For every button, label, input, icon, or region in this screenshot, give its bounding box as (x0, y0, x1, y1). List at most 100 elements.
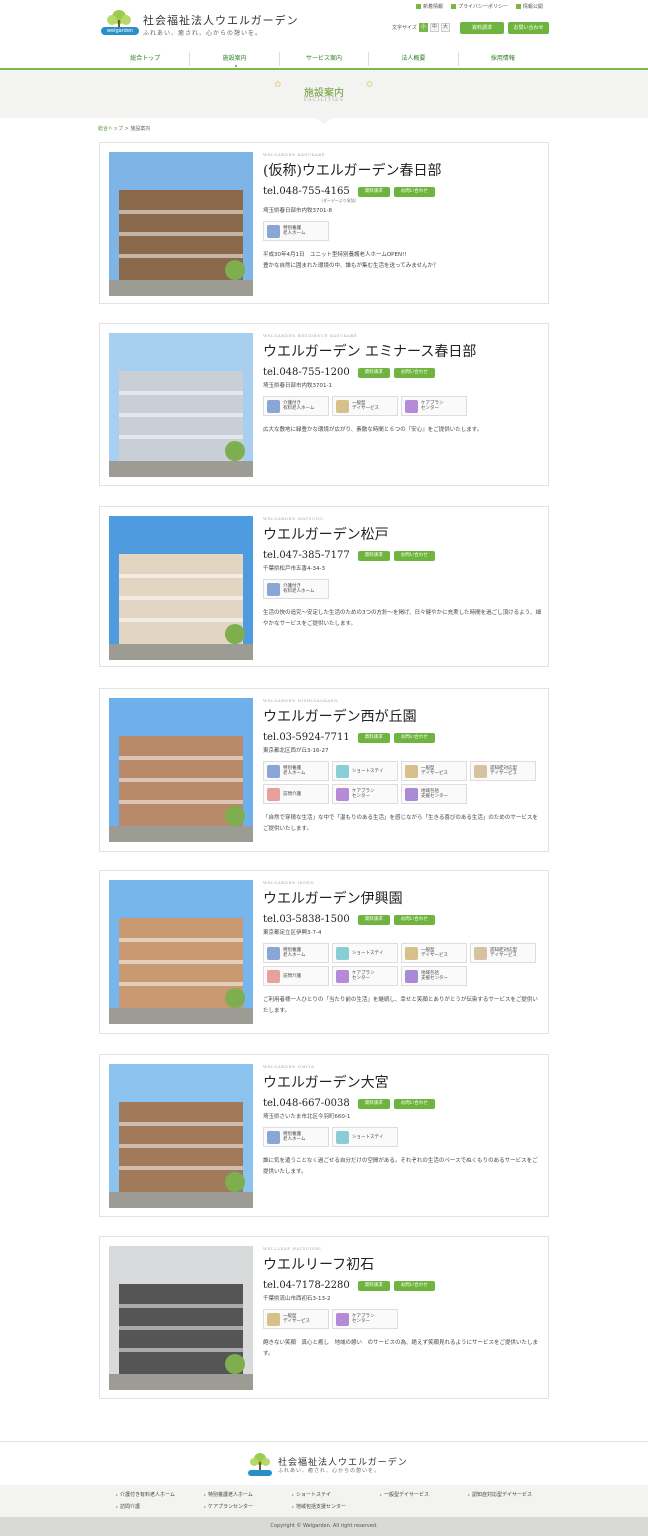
footer-link-community[interactable]: 地域包括支援センター (288, 1501, 376, 1513)
footer-link-day-service[interactable]: 一般型デイサービス (376, 1489, 464, 1501)
footer-logo-tree-icon[interactable] (246, 1451, 274, 1477)
facility-address: 埼玉県春日部市内牧3701-8 (263, 208, 332, 214)
facility-photo[interactable] (109, 516, 253, 660)
service-tag[interactable]: 一般型 デイサービス (401, 943, 467, 963)
facility-tel[interactable]: tel.048-755-4165 (263, 186, 350, 197)
contact-button[interactable]: お問い合わせ (393, 367, 435, 378)
header-contact-button[interactable]: お問い合わせ (508, 22, 549, 34)
service-tag[interactable]: 訪問介護 (263, 966, 329, 986)
service-tag[interactable]: 一般型 デイサービス (263, 1309, 329, 1329)
contact-button[interactable]: お問い合わせ (393, 914, 435, 925)
service-tag[interactable]: ケアプラン センター (332, 1309, 398, 1329)
facility-photo[interactable] (109, 152, 253, 296)
service-tag[interactable]: ショートステイ (332, 943, 398, 963)
service-tag[interactable]: ケアプラン センター (401, 396, 467, 416)
request-button[interactable]: 資料請求 (357, 367, 390, 378)
facility-name[interactable]: ウエルガーデン西が丘園 (263, 706, 543, 726)
nav-recruit[interactable]: 採用情報 (457, 52, 547, 66)
service-tag[interactable]: 地域包括 支援センター (401, 966, 467, 986)
util-link-disclosure[interactable]: 情報公開 (515, 3, 543, 10)
request-button[interactable]: 資料請求 (357, 1098, 390, 1109)
service-tag[interactable]: 介護付き 有料老人ホーム (263, 396, 329, 416)
service-tag[interactable]: 認知症対応型 デイサービス (470, 943, 536, 963)
facility-photo[interactable] (109, 880, 253, 1024)
request-button[interactable]: 資料請求 (357, 1280, 390, 1291)
footer-link-care-home[interactable]: 介護付き有料老人ホーム (112, 1489, 200, 1501)
facility-name[interactable]: ウエルガーデン大宮 (263, 1072, 543, 1092)
util-link-privacy[interactable]: プライバシーポリシー (451, 3, 508, 10)
facility-tel[interactable]: tel.03-5838-1500 (263, 914, 350, 925)
contact-button[interactable]: お問い合わせ (393, 550, 435, 561)
service-label: ケアプラン センター (421, 401, 444, 411)
footer-link-care-plan[interactable]: ケアプランセンター (200, 1501, 288, 1513)
contact-button[interactable]: お問い合わせ (393, 1280, 435, 1291)
footer-link-home-visit[interactable]: 訪問介護 (112, 1501, 200, 1513)
tel-row: tel.048-667-0038 資料請求 お問い合わせ (263, 1097, 543, 1110)
font-size-large-button[interactable]: 大 (440, 23, 450, 32)
contact-button[interactable]: お問い合わせ (393, 732, 435, 743)
service-tag[interactable]: 介護付き 有料老人ホーム (263, 579, 329, 599)
service-tag[interactable]: ショートステイ (332, 1127, 398, 1147)
footer-link-short-stay[interactable]: ショートステイ (288, 1489, 376, 1501)
facility-tel[interactable]: tel.048-667-0038 (263, 1098, 350, 1109)
facility-name[interactable]: ウエルガーデン エミナース春日部 (263, 341, 543, 361)
footer-link-nursing-home[interactable]: 特別養護老人ホーム (200, 1489, 288, 1501)
nav-facilities[interactable]: 施設案内 (189, 52, 278, 67)
dementia-day-icon (474, 946, 487, 960)
service-tag[interactable]: 特別養護 老人ホーム (263, 943, 329, 963)
service-tag[interactable]: ショートステイ (332, 761, 398, 781)
facility-tel[interactable]: tel.03-5924-7711 (263, 732, 350, 743)
facility-photo[interactable] (109, 1064, 253, 1208)
service-label: 地域包括 支援センター (421, 971, 448, 981)
service-label: 特別養護 老人ホーム (283, 1132, 306, 1142)
service-tag[interactable]: 特別養護 老人ホーム (263, 221, 329, 241)
service-tag[interactable]: 認知症対応型 デイサービス (470, 761, 536, 781)
org-name[interactable]: 社会福祉法人ウエルガーデン (143, 12, 299, 28)
building-photo-icon (109, 1064, 253, 1208)
contact-button[interactable]: お問い合わせ (393, 1098, 435, 1109)
service-tag[interactable]: 一般型 デイサービス (332, 396, 398, 416)
footer-link-dementia-day[interactable]: 認知症対応型デイサービス (464, 1489, 552, 1501)
service-tag[interactable]: 地域包括 支援センター (401, 784, 467, 804)
care-home-icon (267, 399, 280, 413)
building-photo-icon (109, 1246, 253, 1390)
header-request-button[interactable]: 資料請求 (460, 22, 504, 34)
request-button[interactable]: 資料請求 (357, 186, 390, 197)
nav-top[interactable]: 総合トップ (101, 52, 189, 66)
service-label: ショートステイ (352, 950, 384, 956)
facility-photo[interactable] (109, 698, 253, 842)
font-size-medium-button[interactable]: 中 (429, 23, 439, 32)
nav-services[interactable]: サービス案内 (278, 52, 368, 66)
facility-name[interactable]: ウエルガーデン伊興園 (263, 888, 543, 908)
facility-tel[interactable]: tel.047-385-7177 (263, 550, 350, 561)
facility-name[interactable]: ウエルガーデン松戸 (263, 524, 543, 544)
facility-photo[interactable] (109, 333, 253, 477)
service-tag[interactable]: 訪問介護 (263, 784, 329, 804)
page-title-band: 施設案内 FACILITIES (0, 70, 648, 118)
facility-tel[interactable]: tel.048-755-1200 (263, 367, 350, 378)
font-size-switcher: 文字サイズ 小 中 大 (392, 23, 450, 32)
tel-note: （ダーデーより泉誌） (319, 198, 359, 203)
service-tag[interactable]: 特別養護 老人ホーム (263, 761, 329, 781)
breadcrumb-home-link[interactable]: 総合トップ (98, 126, 123, 132)
request-button[interactable]: 資料請求 (357, 550, 390, 561)
request-button[interactable]: 資料請求 (357, 732, 390, 743)
request-button[interactable]: 資料請求 (357, 914, 390, 925)
nav-about[interactable]: 法人概要 (368, 52, 457, 66)
facility-name[interactable]: ウエルリーフ初石 (263, 1254, 543, 1274)
building-photo-icon (109, 516, 253, 660)
service-tag[interactable]: ケアプラン センター (332, 966, 398, 986)
service-tag[interactable]: ケアプラン センター (332, 784, 398, 804)
contact-button[interactable]: お問い合わせ (393, 186, 435, 197)
facility-name[interactable]: (仮称)ウエルガーデン春日部 (263, 160, 543, 180)
service-tag[interactable]: 特別養護 老人ホーム (263, 1127, 329, 1147)
facility-photo[interactable] (109, 1246, 253, 1390)
facility-card: WELGARDEN MATSUDO ウエルガーデン松戸 tel.047-385-71… (99, 506, 549, 667)
facility-tel[interactable]: tel.04-7178-2280 (263, 1280, 350, 1291)
facility-description: 誰に気を遣うことなく過ごせる自分だけの空間がある。それぞれの生活のペースでぬくも… (263, 1158, 538, 1175)
decoration-dots-left-icon: ✿ · (274, 80, 288, 90)
util-link-news[interactable]: 新着情報 (416, 3, 443, 10)
service-tag[interactable]: 一般型 デイサービス (401, 761, 467, 781)
logo-badge[interactable]: welgarden (101, 27, 139, 35)
font-size-small-button[interactable]: 小 (418, 23, 428, 32)
